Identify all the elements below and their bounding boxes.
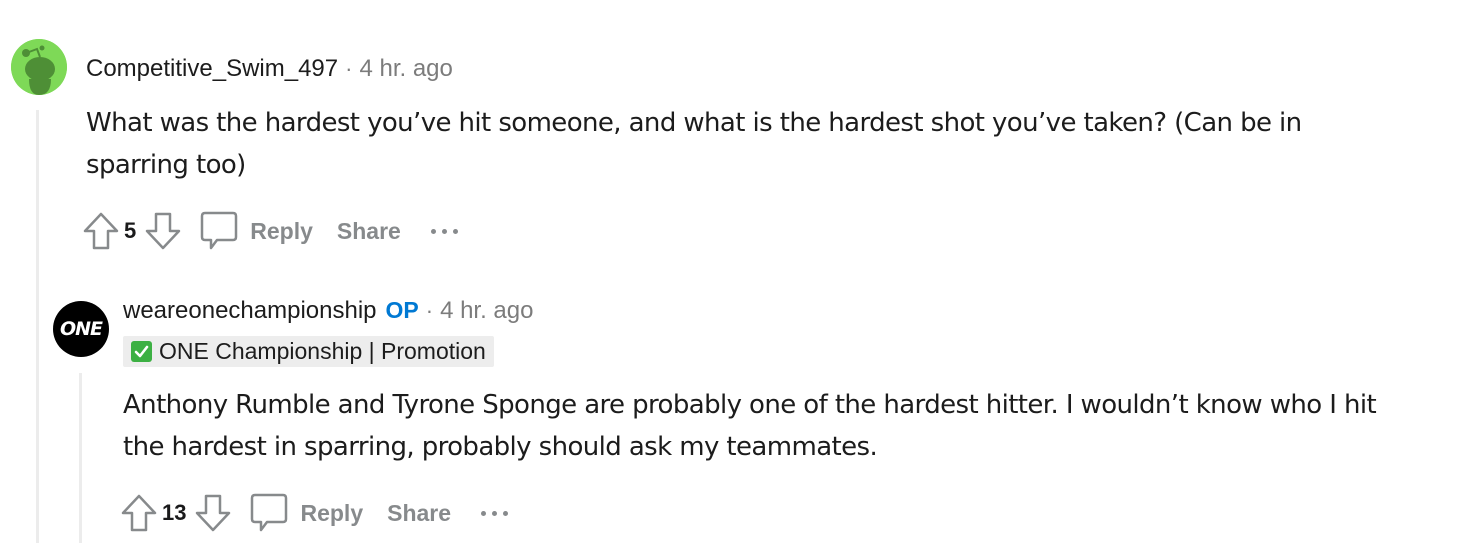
more-options-icon[interactable] <box>481 503 509 523</box>
reply-button[interactable]: Reply <box>300 500 363 527</box>
comment-body: What was the hardest you’ve hit someone,… <box>86 108 1302 180</box>
flair-text: ONE Championship | Promotion <box>159 338 486 364</box>
thread-line[interactable] <box>36 110 39 543</box>
comment-meta: weareonechampionship OP · 4 hr. ago <box>123 297 533 325</box>
comment-bubble-icon[interactable] <box>198 209 240 253</box>
timestamp[interactable]: 4 hr. ago <box>359 55 452 83</box>
upvote-icon[interactable] <box>80 209 122 253</box>
username[interactable]: weareonechampionship <box>123 297 377 325</box>
separator: · <box>425 298 434 323</box>
downvote-icon[interactable] <box>142 209 184 253</box>
more-options-icon[interactable] <box>430 221 458 241</box>
comment-actions: 5 Reply Share <box>80 209 458 253</box>
user-flair: ONE Championship | Promotion <box>123 336 494 367</box>
check-mark-emoji-icon <box>131 341 152 362</box>
vote-score: 13 <box>162 500 187 525</box>
upvote-icon[interactable] <box>118 491 160 535</box>
one-logo-icon: ONE <box>59 318 103 340</box>
user-avatar[interactable]: ONE <box>53 301 109 357</box>
comment-body: Anthony Rumble and Tyrone Sponge are pro… <box>123 390 1377 462</box>
share-button[interactable]: Share <box>387 500 451 527</box>
comment-meta: Competitive_Swim_497 · 4 hr. ago <box>86 55 453 83</box>
comment-bubble-icon[interactable] <box>248 491 290 535</box>
username[interactable]: Competitive_Swim_497 <box>86 55 338 83</box>
vote-score: 5 <box>124 218 137 243</box>
share-button[interactable]: Share <box>337 218 401 245</box>
timestamp[interactable]: 4 hr. ago <box>440 297 533 325</box>
reply-button[interactable]: Reply <box>250 218 313 245</box>
snoo-avatar-icon <box>11 39 67 95</box>
thread-line-nested[interactable] <box>79 373 82 543</box>
op-badge: OP <box>385 297 419 323</box>
user-avatar[interactable] <box>11 39 67 95</box>
comment-actions: 13 Reply Share <box>118 491 509 535</box>
separator: · <box>345 56 353 81</box>
downvote-icon[interactable] <box>192 491 234 535</box>
